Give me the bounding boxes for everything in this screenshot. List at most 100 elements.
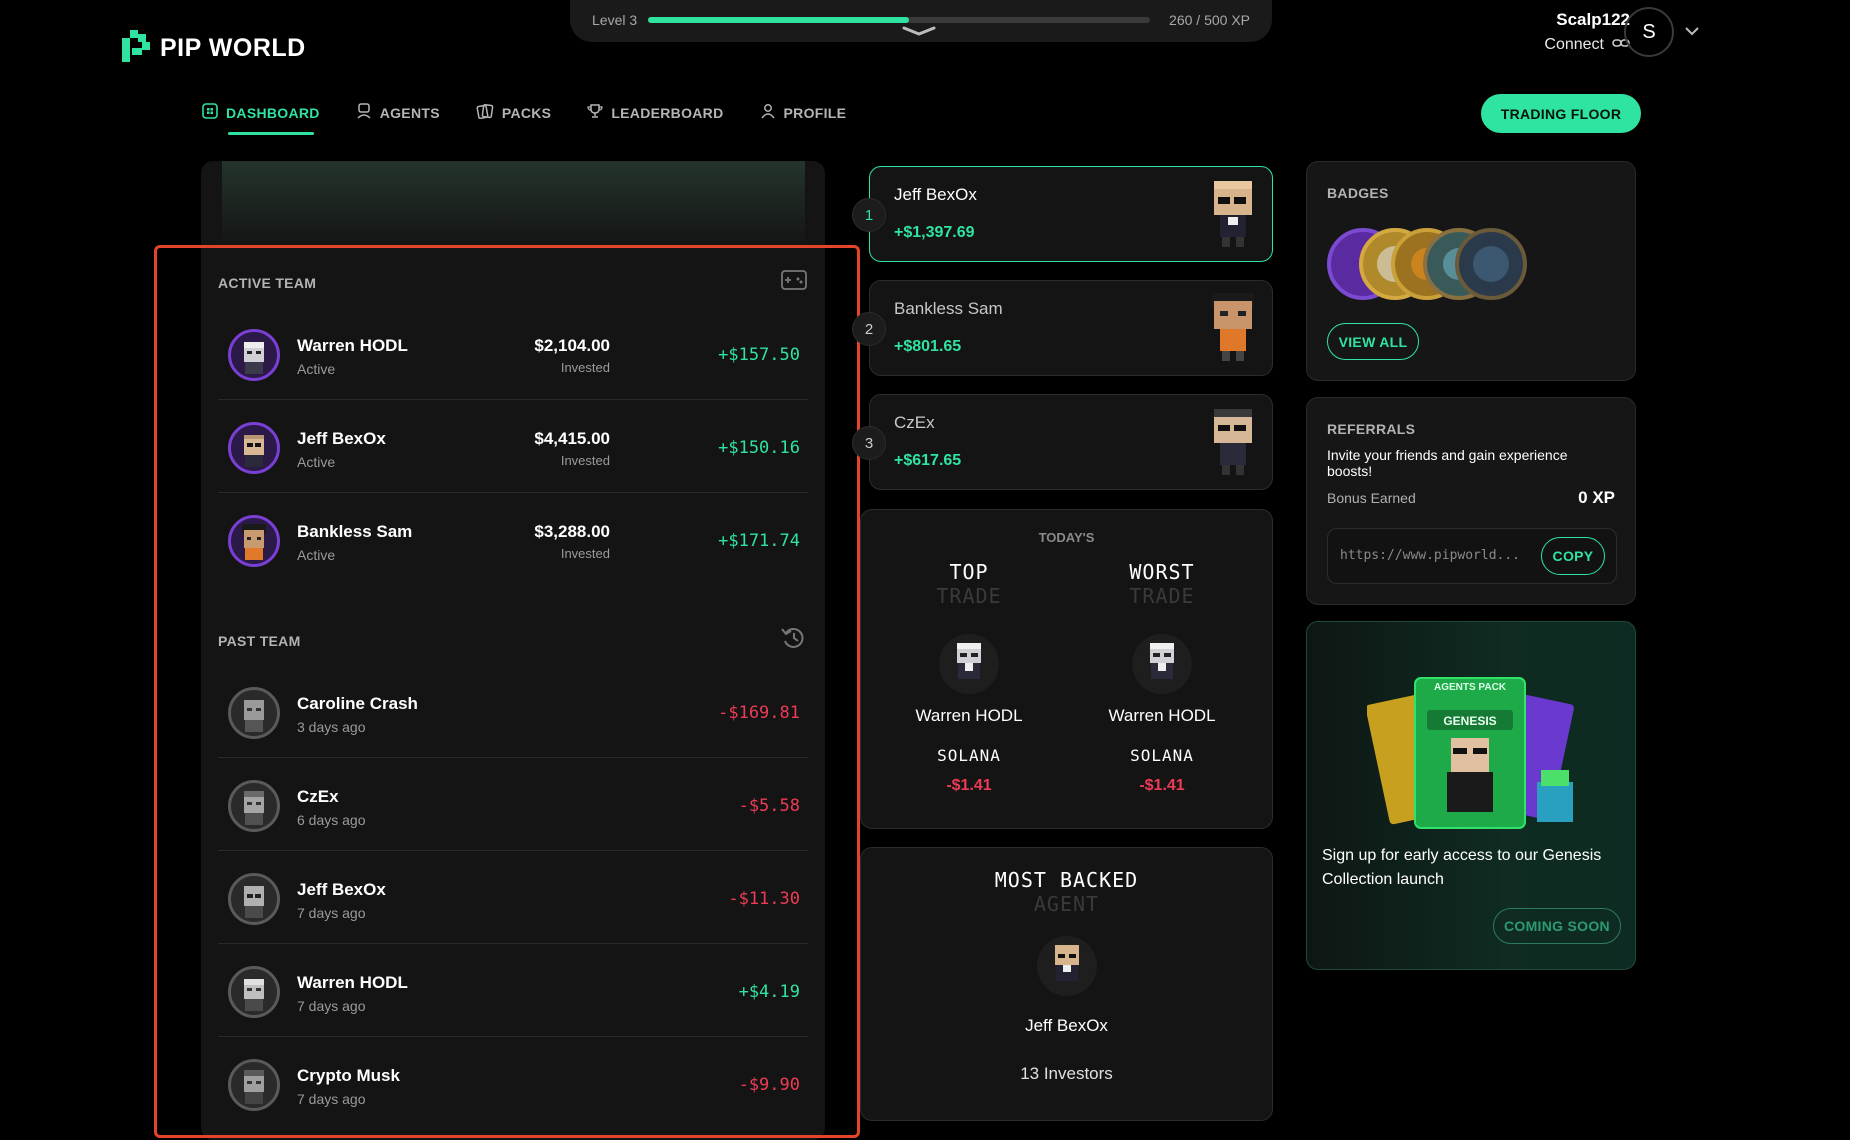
past-team-row[interactable]: Warren HODL 7 days ago +$4.19 <box>218 944 808 1037</box>
tab-label: PROFILE <box>783 104 847 121</box>
past-team-row[interactable]: Jeff BexOx 7 days ago -$11.30 <box>218 851 808 944</box>
investor-count: 13 Investors <box>1020 1064 1113 1083</box>
tab-leaderboard[interactable]: LEADERBOARD <box>587 103 723 122</box>
top-trade-title: TOP <box>949 560 989 584</box>
badge-stack[interactable] <box>1327 226 1547 307</box>
leaderboard-card[interactable]: Bankless Sam +$801.65 <box>869 280 1273 376</box>
past-team-row[interactable]: Crypto Musk 7 days ago -$9.90 <box>218 1037 808 1130</box>
agents-pack-image: AGENTS PACK GENESIS <box>1365 674 1587 839</box>
chevron-down-icon[interactable] <box>902 24 936 42</box>
agent-time: 7 days ago <box>297 1091 366 1107</box>
trading-floor-button[interactable]: TRADING FLOOR <box>1481 94 1641 133</box>
worst-trade-title: WORST <box>1129 560 1195 584</box>
avatar[interactable]: S <box>1624 7 1674 57</box>
xp-text: 260 / 500 XP <box>1169 12 1250 28</box>
agent-pnl: +$617.65 <box>894 452 962 469</box>
leaderboard-card[interactable]: Jeff BexOx +$1,397.69 <box>869 166 1273 262</box>
past-team-title: PAST TEAM <box>218 633 301 649</box>
most-backed-card[interactable]: MOST BACKED AGENT Jeff BexOx 13 Investor… <box>860 847 1273 1121</box>
tab-packs[interactable]: PACKS <box>476 103 551 122</box>
agent-name: Crypto Musk <box>297 1066 400 1085</box>
agent-status: Active <box>297 361 336 377</box>
tab-label: PACKS <box>501 104 552 121</box>
badges-card: BADGES VIEW ALL <box>1306 161 1636 381</box>
agent-name: Bankless Sam <box>297 522 413 541</box>
agent-avatar <box>228 1059 280 1111</box>
agent-name: CzEx <box>297 787 339 806</box>
agent-avatar <box>1036 936 1097 996</box>
main-nav: DASHBOARD AGENTS PACKS LEADERBOARD PROFI… <box>202 103 882 135</box>
agent-time: 3 days ago <box>297 719 366 735</box>
xp-track <box>648 17 1150 23</box>
level-progress-bar: Level 3 260 / 500 XP <box>570 0 1272 42</box>
tab-agents[interactable]: AGENTS <box>356 103 440 122</box>
active-team-title: ACTIVE TEAM <box>218 275 317 291</box>
xp-fill <box>648 17 910 23</box>
chevron-down-icon[interactable] <box>1684 24 1700 42</box>
referrals-title: REFERRALS <box>1327 421 1416 437</box>
profile-icon <box>760 103 776 122</box>
worst-trade[interactable]: WORST TRADE Warren HODL SOLANA -$1.41 <box>1072 560 1252 795</box>
agents-icon <box>356 103 372 122</box>
pnl-value: +$150.16 <box>718 438 800 458</box>
leaderboard-card[interactable]: CzEx +$617.65 <box>869 394 1273 490</box>
agent-name: Warren HODL <box>1108 706 1216 725</box>
agent-avatar <box>1132 634 1192 694</box>
connect-link[interactable]: Connect <box>1544 36 1630 54</box>
agent-status: Active <box>297 454 336 470</box>
most-backed-title: MOST BACKED <box>994 868 1139 892</box>
top-trade[interactable]: TOP TRADE Warren HODL SOLANA -$1.41 <box>879 560 1059 795</box>
agent-time: 7 days ago <box>297 905 366 921</box>
agent-name: Bankless Sam <box>894 299 1003 318</box>
history-icon[interactable] <box>780 625 808 656</box>
active-team-row[interactable]: Bankless Sam Active $3,288.00 Invested +… <box>218 493 808 586</box>
pnl-value: +$171.74 <box>718 531 800 551</box>
pnl-value: -$11.30 <box>728 889 800 909</box>
agent-name: Warren HODL <box>297 973 408 992</box>
pack-title: AGENTS PACK <box>1433 682 1507 693</box>
gamepad-icon[interactable] <box>780 268 808 297</box>
agent-name: Caroline Crash <box>297 694 418 713</box>
active-team-row[interactable]: Warren HODL Active $2,104.00 Invested +$… <box>218 307 808 400</box>
agent-avatar <box>228 515 280 567</box>
past-team-row[interactable]: CzEx 6 days ago -$5.58 <box>218 758 808 851</box>
rank-badge: 1 <box>852 198 886 232</box>
agent-name: Jeff BexOx <box>894 185 977 204</box>
invested-label: Invested <box>560 546 610 561</box>
agent-name: CzEx <box>894 413 935 432</box>
agent-avatar <box>228 687 280 739</box>
agent-avatar <box>228 873 280 925</box>
top-trade-subtitle: TRADE <box>936 584 1002 608</box>
agent-avatar <box>228 966 280 1018</box>
agent-figure <box>1210 405 1256 482</box>
worst-trade-subtitle: TRADE <box>1129 584 1195 608</box>
agent-avatar <box>228 329 280 381</box>
view-all-badges-button[interactable]: VIEW ALL <box>1327 323 1419 360</box>
brand-logo[interactable]: PIP WORLD <box>120 30 306 67</box>
tab-dashboard[interactable]: DASHBOARD <box>202 103 320 135</box>
trade-value: -$1.41 <box>1139 777 1185 794</box>
invested-label: Invested <box>560 360 610 375</box>
bonus-label: Bonus Earned <box>1327 490 1416 506</box>
chain-name: SOLANA <box>1130 746 1194 765</box>
trophy-icon <box>587 103 603 122</box>
level-label: Level 3 <box>592 12 638 28</box>
agent-time: 7 days ago <box>297 998 366 1014</box>
user-info[interactable]: Scalp122 Connect <box>1544 10 1630 54</box>
referral-link-box: https://www.pipworld... COPY <box>1327 528 1617 584</box>
pnl-value: +$157.50 <box>718 345 800 365</box>
referrals-description: Invite your friends and gain experience … <box>1327 447 1568 479</box>
todays-heading: TODAY'S <box>1038 530 1095 545</box>
pnl-value: +$4.19 <box>738 982 800 1002</box>
agent-time: 6 days ago <box>297 812 366 828</box>
tab-profile[interactable]: PROFILE <box>760 103 847 122</box>
active-team-row[interactable]: Jeff BexOx Active $4,415.00 Invested +$1… <box>218 400 808 493</box>
agent-name: Jeff BexOx <box>297 429 386 448</box>
agent-pnl: +$1,397.69 <box>894 224 975 241</box>
copy-link-button[interactable]: COPY <box>1541 537 1605 575</box>
referral-link[interactable]: https://www.pipworld... <box>1340 548 1520 563</box>
tab-label: LEADERBOARD <box>611 104 724 121</box>
agent-status: Active <box>297 547 336 563</box>
coming-soon-button[interactable]: COMING SOON <box>1493 908 1621 944</box>
past-team-row[interactable]: Caroline Crash 3 days ago -$169.81 <box>218 665 808 758</box>
